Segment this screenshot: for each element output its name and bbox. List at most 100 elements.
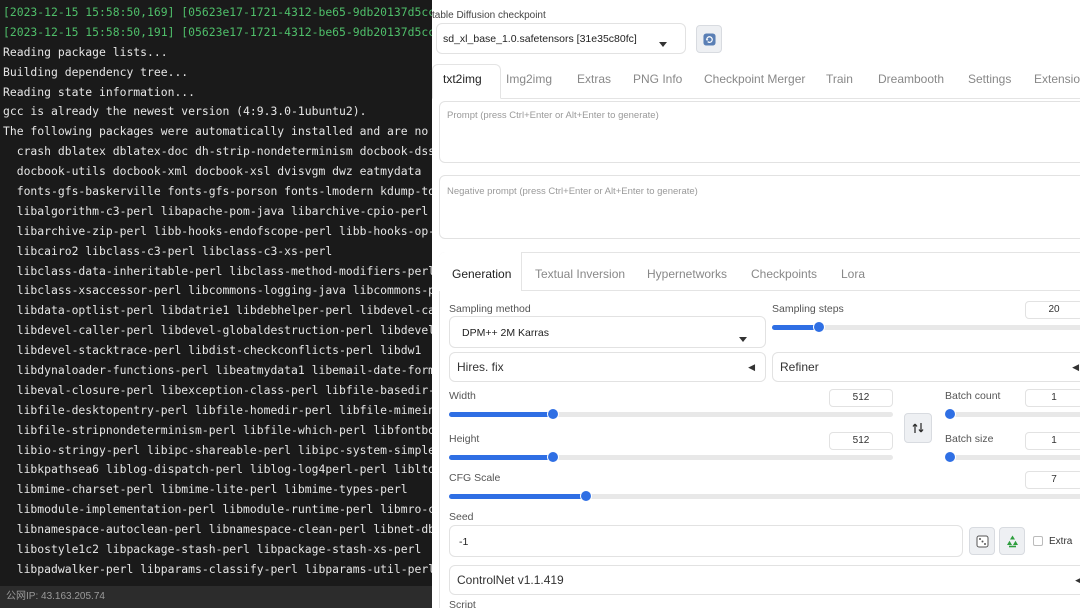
seed-label: Seed xyxy=(449,511,474,523)
sampling-method-select[interactable]: DPM++ 2M Karras xyxy=(449,316,766,348)
terminal-line: libeval-closure-perl libexception-class-… xyxy=(3,382,432,397)
seed-value: -1 xyxy=(459,536,469,548)
random-seed-button[interactable] xyxy=(969,527,995,555)
subtabs-divider xyxy=(439,290,1080,291)
terminal-line: libkpathsea6 liblog-dispatch-perl liblog… xyxy=(3,462,432,477)
recycle-icon xyxy=(1005,534,1020,554)
script-label: Script xyxy=(449,599,476,608)
controlnet-label: ControlNet v1.1.419 xyxy=(457,573,564,587)
terminal-line: Reading state information... xyxy=(3,84,196,99)
terminal-line: libio-stringy-perl libipc-shareable-perl… xyxy=(3,442,432,457)
sampling-steps-slider[interactable] xyxy=(772,322,1080,332)
batch-size-input[interactable]: 1 xyxy=(1025,432,1080,450)
tab-png-info[interactable]: PNG Info xyxy=(633,72,682,86)
batch-count-label: Batch count xyxy=(945,390,1001,402)
terminal-line: libnamespace-autoclean-perl libnamespace… xyxy=(3,522,432,537)
terminal-status-bar: 公网IP: 43.163.205.74 xyxy=(0,586,432,608)
refiner-label: Refiner xyxy=(780,360,819,374)
tab-txt2img[interactable]: txt2img xyxy=(443,72,482,86)
chevron-down-icon xyxy=(659,35,667,53)
batch-size-slider[interactable] xyxy=(945,452,1080,462)
terminal-line: libdevel-caller-perl libdevel-globaldest… xyxy=(3,323,432,338)
terminal-line: libmime-charset-perl libmime-lite-perl l… xyxy=(3,482,408,497)
swap-dimensions-button[interactable] xyxy=(904,413,932,443)
refresh-icon xyxy=(703,33,716,51)
terminal-line: docbook-utils docbook-xml docbook-xsl dv… xyxy=(3,164,422,179)
width-input[interactable]: 512 xyxy=(829,389,893,407)
tab-train[interactable]: Train xyxy=(826,72,853,86)
terminal-line: [2023-12-15 15:58:50,169] [05623e17-1721… xyxy=(3,5,432,19)
terminal-line: libpadwalker-perl libparams-classify-per… xyxy=(3,561,432,576)
terminal-line: libalgorithm-c3-perl libapache-pom-java … xyxy=(3,203,429,218)
subtab-generation[interactable]: Generation xyxy=(452,267,511,281)
cfg-scale-input[interactable]: 7 xyxy=(1025,471,1080,489)
hires-fix-accordion[interactable]: Hires. fix ◀ xyxy=(449,352,766,382)
batch-size-label: Batch size xyxy=(945,433,994,445)
subtab-hypernetworks[interactable]: Hypernetworks xyxy=(647,267,727,281)
terminal-line: fonts-gfs-baskerville fonts-gfs-porson f… xyxy=(3,184,432,199)
sampling-steps-input[interactable]: 20 xyxy=(1025,301,1080,319)
prompt-placeholder: Prompt (press Ctrl+Enter or Alt+Enter to… xyxy=(447,110,659,121)
terminal-line: crash dblatex dblatex-doc dh-strip-nonde… xyxy=(3,144,432,159)
terminal-line: libostyle1c2 libpackage-stash-perl libpa… xyxy=(3,542,422,557)
terminal-line: libclass-xsaccessor-perl libcommons-logg… xyxy=(3,283,432,298)
negative-prompt-input[interactable]: Negative prompt (press Ctrl+Enter or Alt… xyxy=(439,175,1080,239)
reuse-seed-button[interactable] xyxy=(999,527,1025,555)
sampling-method-value: DPM++ 2M Karras xyxy=(462,327,549,339)
cfg-scale-slider[interactable] xyxy=(449,491,1080,501)
dice-icon xyxy=(976,535,989,553)
refiner-accordion[interactable]: Refiner ◀ xyxy=(772,352,1080,382)
caret-left-icon: ◀ xyxy=(1075,575,1080,585)
tab-settings[interactable]: Settings xyxy=(968,72,1011,86)
terminal-line: libfile-stripnondeterminism-perl libfile… xyxy=(3,422,432,437)
checkpoint-select[interactable]: sd_xl_base_1.0.safetensors [31e35c80fc] xyxy=(436,23,686,54)
terminal-output: [2023-12-15 15:58:50,169] [05623e17-1721… xyxy=(3,3,432,580)
terminal-line: libdata-optlist-perl libdatrie1 libdebhe… xyxy=(3,303,432,318)
extra-seed-checkbox[interactable] xyxy=(1033,536,1043,546)
height-input[interactable]: 512 xyxy=(829,432,893,450)
width-slider[interactable] xyxy=(449,409,893,419)
checkpoint-label: table Diffusion checkpoint xyxy=(432,10,546,21)
terminal-line: libcairo2 libclass-c3-perl libclass-c3-x… xyxy=(3,243,333,258)
terminal-line: The following packages were automaticall… xyxy=(3,124,432,139)
batch-count-input[interactable]: 1 xyxy=(1025,389,1080,407)
height-label: Height xyxy=(449,433,480,445)
tab-extras[interactable]: Extras xyxy=(577,72,611,86)
webui-panel: table Diffusion checkpoint sd_xl_base_1.… xyxy=(432,0,1080,608)
caret-left-icon: ◀ xyxy=(1072,362,1079,372)
height-slider[interactable] xyxy=(449,452,893,462)
prompt-input[interactable]: Prompt (press Ctrl+Enter or Alt+Enter to… xyxy=(439,101,1080,163)
tab-dreambooth[interactable]: Dreambooth xyxy=(878,72,944,86)
chevron-down-icon xyxy=(739,330,747,348)
terminal-line: [2023-12-15 15:58:50,191] [05623e17-1721… xyxy=(3,24,432,39)
terminal-line: libdynaloader-functions-perl libeatmydat… xyxy=(3,363,432,378)
cfg-scale-label: CFG Scale xyxy=(449,472,501,484)
refresh-checkpoint-button[interactable] xyxy=(696,25,722,53)
tab-img2img[interactable]: Img2img xyxy=(506,72,552,86)
width-label: Width xyxy=(449,390,476,402)
batch-count-slider[interactable] xyxy=(945,409,1080,419)
terminal-line: libclass-data-inheritable-perl libclass-… xyxy=(3,263,432,278)
terminal-line: libmodule-implementation-perl libmodule-… xyxy=(3,502,432,517)
terminal-line: libfile-desktopentry-perl libfile-homedi… xyxy=(3,402,432,417)
checkpoint-select-value: sd_xl_base_1.0.safetensors [31e35c80fc] xyxy=(443,33,637,45)
tab-extensions[interactable]: Extension xyxy=(1034,72,1080,86)
subtab-textual-inversion[interactable]: Textual Inversion xyxy=(535,267,625,281)
terminal-line: libarchive-zip-perl libb-hooks-endofscop… xyxy=(3,223,432,238)
terminal-line: Reading package lists... xyxy=(3,44,168,59)
negative-prompt-placeholder: Negative prompt (press Ctrl+Enter or Alt… xyxy=(447,186,698,197)
seed-input[interactable]: -1 xyxy=(449,525,963,557)
sampling-steps-label: Sampling steps xyxy=(772,303,844,315)
terminal-line: gcc is already the newest version (4:9.3… xyxy=(3,104,367,119)
tab-checkpoint-merger[interactable]: Checkpoint Merger xyxy=(704,72,805,86)
sampling-method-label: Sampling method xyxy=(449,303,531,315)
terminal-panel: [2023-12-15 15:58:50,169] [05623e17-1721… xyxy=(0,0,432,608)
subtab-checkpoints[interactable]: Checkpoints xyxy=(751,267,817,281)
subtab-lora[interactable]: Lora xyxy=(841,267,865,281)
swap-icon xyxy=(911,421,925,440)
hires-fix-label: Hires. fix xyxy=(457,360,504,374)
controlnet-accordion[interactable]: ControlNet v1.1.419 ◀ xyxy=(449,565,1080,595)
caret-left-icon: ◀ xyxy=(748,362,755,372)
terminal-line: libdevel-stacktrace-perl libdist-checkco… xyxy=(3,343,422,358)
terminal-line: Building dependency tree... xyxy=(3,64,189,79)
